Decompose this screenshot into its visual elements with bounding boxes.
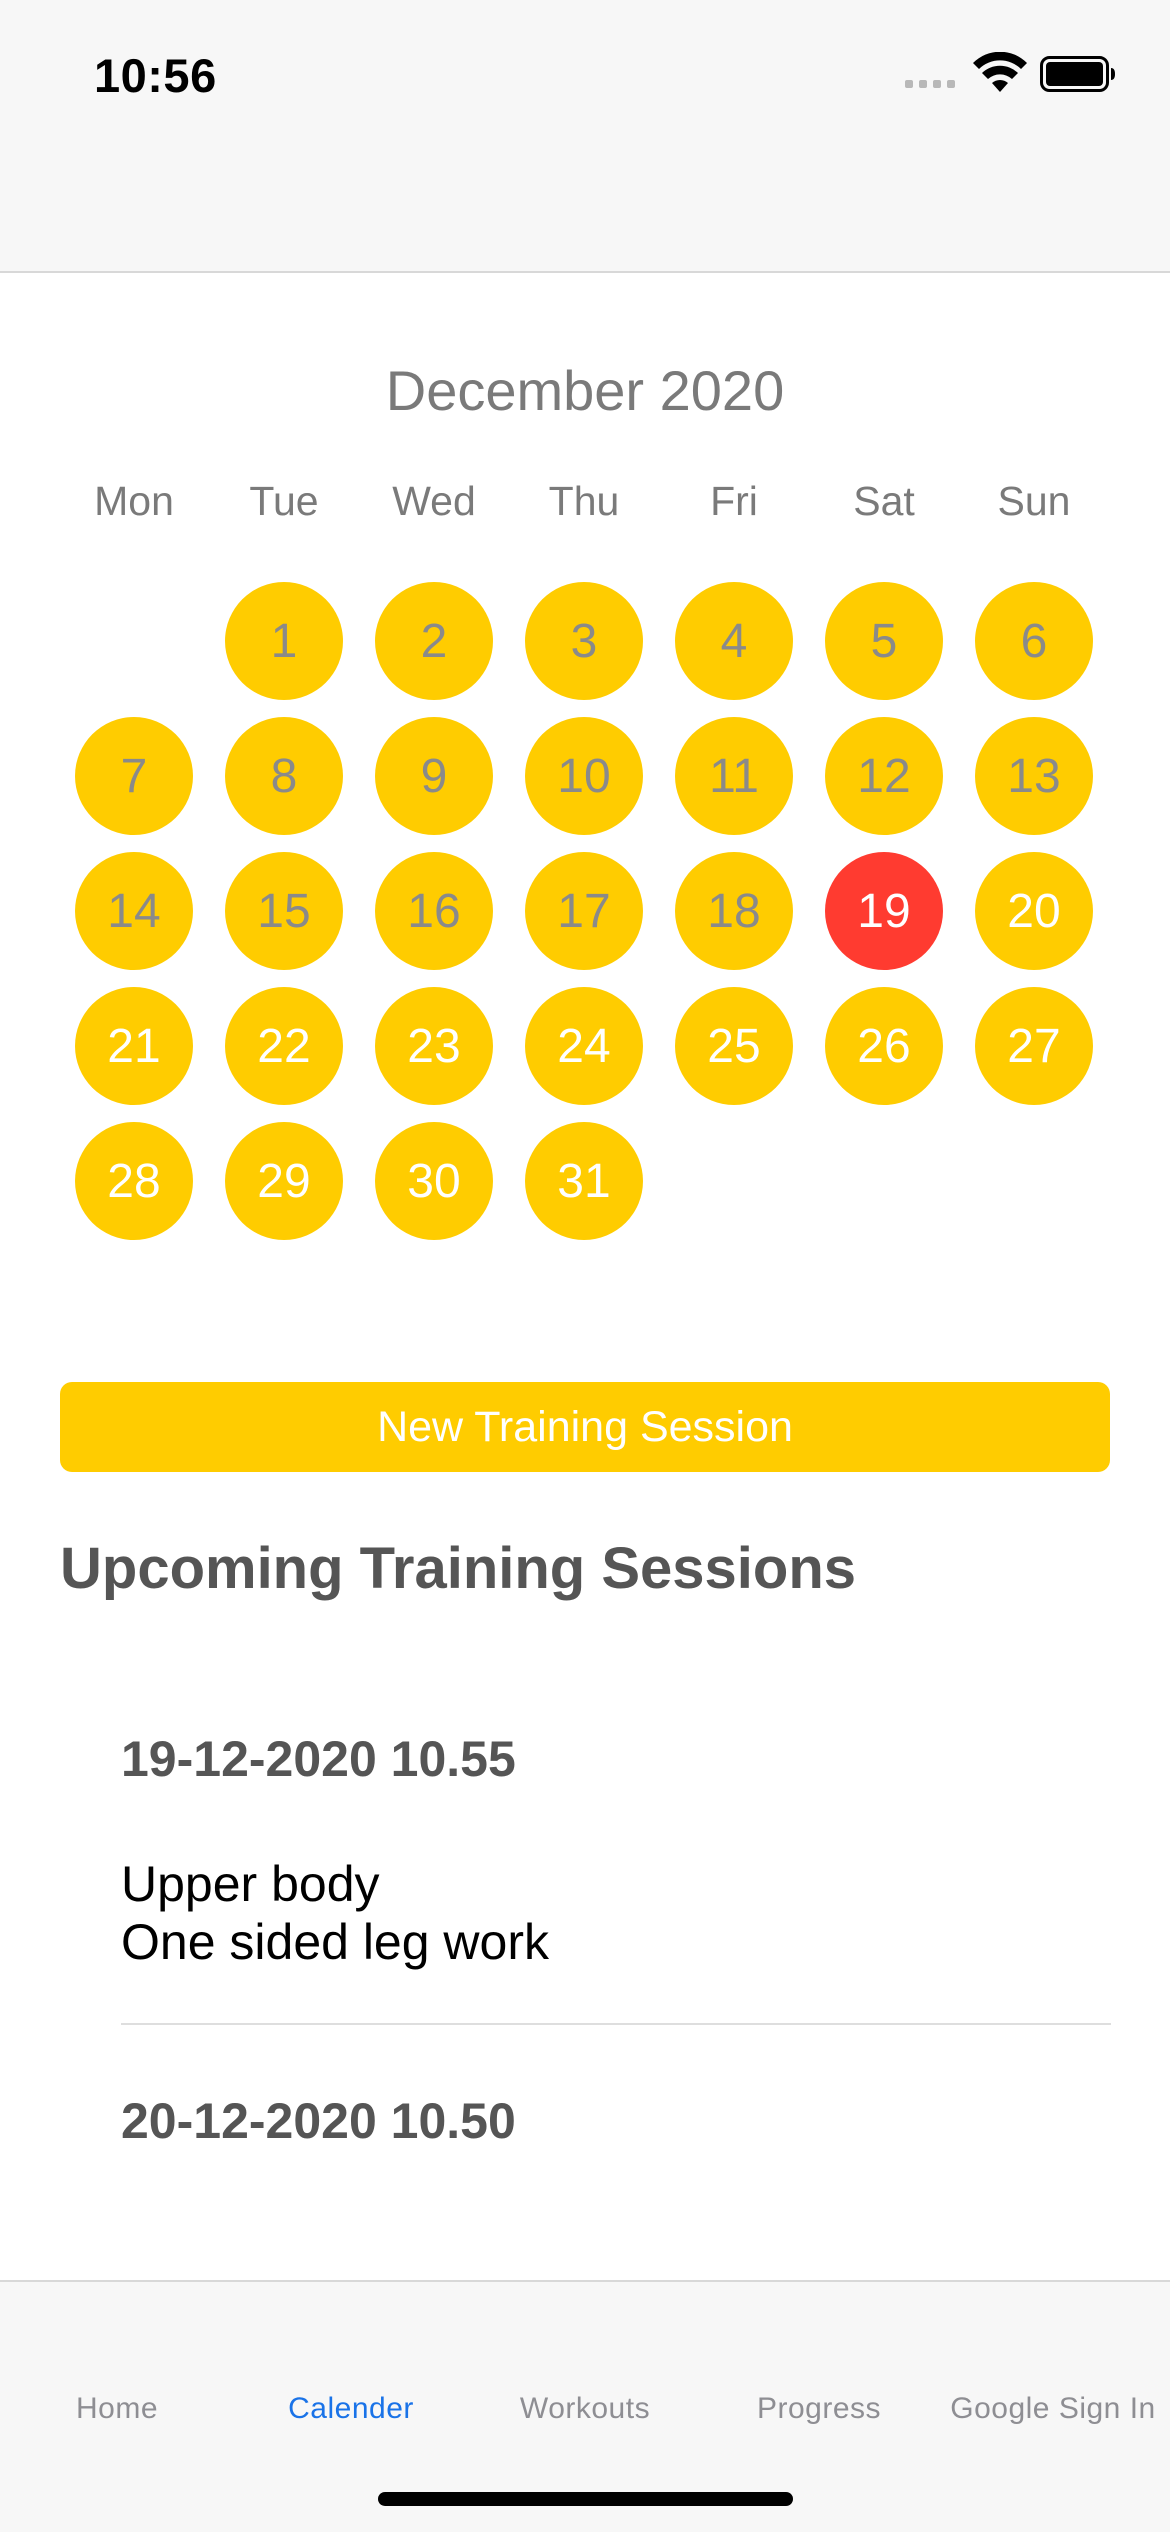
tab-home[interactable]: Home	[0, 2392, 234, 2426]
calendar-day[interactable]: 30	[375, 1122, 493, 1240]
calendar-day[interactable]: 9	[375, 717, 493, 835]
calendar-day[interactable]: 17	[525, 852, 643, 970]
calendar-day[interactable]: 6	[975, 582, 1093, 700]
calendar-day[interactable]: 2	[375, 582, 493, 700]
calendar-day[interactable]: 7	[75, 717, 193, 835]
cellular-signal-icon	[905, 80, 955, 88]
calendar-day-today[interactable]: 19	[825, 852, 943, 970]
home-indicator	[378, 2492, 793, 2506]
session-workout: Upper body	[121, 1856, 380, 1912]
calendar-day[interactable]: 14	[75, 852, 193, 970]
status-time: 10:56	[94, 49, 217, 102]
calendar-day[interactable]: 15	[225, 852, 343, 970]
weekday-label: Fri	[710, 478, 758, 524]
calendar-day[interactable]: 3	[525, 582, 643, 700]
session-date: 19-12-2020 10.55	[121, 1731, 516, 1787]
calendar-day[interactable]: 21	[75, 987, 193, 1105]
calendar-day[interactable]: 28	[75, 1122, 193, 1240]
session-divider	[121, 2023, 1111, 2025]
tab-progress[interactable]: Progress	[702, 2392, 936, 2426]
session-workout: One sided leg work	[121, 1914, 550, 1970]
weekday-label: Sun	[997, 478, 1071, 524]
calendar-day[interactable]: 10	[525, 717, 643, 835]
app-screen: 10:56 December 2020 Mon Tue Wed Thu Fri Sat Su…	[0, 0, 1170, 2532]
calendar-day[interactable]: 13	[975, 717, 1093, 835]
calendar-day[interactable]: 4	[675, 582, 793, 700]
calendar-day[interactable]: 8	[225, 717, 343, 835]
weekday-label: Sat	[853, 478, 915, 524]
status-and-nav-bar: 10:56	[0, 0, 1170, 273]
calendar-day[interactable]: 24	[525, 987, 643, 1105]
weekday-label: Mon	[94, 478, 174, 524]
calendar-day[interactable]: 11	[675, 717, 793, 835]
calendar-day[interactable]: 26	[825, 987, 943, 1105]
calendar-day[interactable]: 5	[825, 582, 943, 700]
calendar-month-title: December 2020	[385, 359, 785, 422]
upcoming-sessions-title: Upcoming Training Sessions	[60, 1536, 857, 1601]
calendar-day[interactable]: 25	[675, 987, 793, 1105]
calendar-day[interactable]: 23	[375, 987, 493, 1105]
calendar-day[interactable]: 20	[975, 852, 1093, 970]
battery-icon	[1040, 56, 1115, 92]
calendar-day[interactable]: 18	[675, 852, 793, 970]
wifi-icon	[973, 52, 1027, 92]
weekday-label: Thu	[548, 478, 620, 524]
calendar-day[interactable]: 29	[225, 1122, 343, 1240]
calendar-day[interactable]: 31	[525, 1122, 643, 1240]
tab-calender[interactable]: Calender	[234, 2392, 468, 2426]
tab-google-sign-in[interactable]: Google Sign In	[936, 2392, 1170, 2426]
tab-workouts[interactable]: Workouts	[468, 2392, 702, 2426]
calendar-day[interactable]: 22	[225, 987, 343, 1105]
session-date: 20-12-2020 10.50	[121, 2093, 516, 2149]
new-training-session-button[interactable]: New Training Session	[60, 1382, 1110, 1472]
calendar-day[interactable]: 27	[975, 987, 1093, 1105]
weekday-label: Wed	[392, 478, 476, 524]
weekday-label: Tue	[249, 478, 319, 524]
calendar-day[interactable]: 16	[375, 852, 493, 970]
calendar-day[interactable]: 1	[225, 582, 343, 700]
calendar-day[interactable]: 12	[825, 717, 943, 835]
